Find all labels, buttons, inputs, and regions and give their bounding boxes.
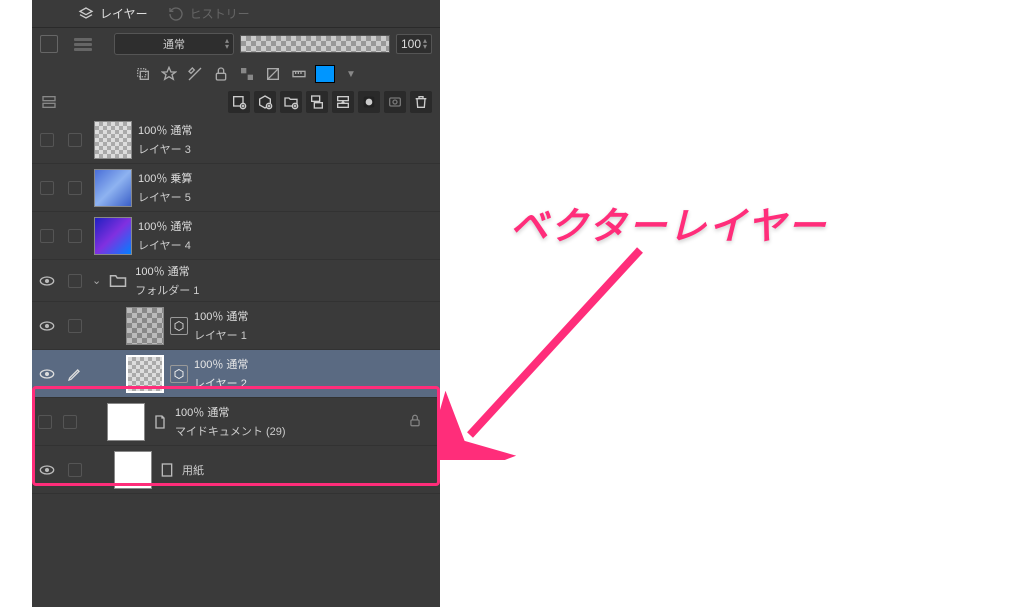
visibility-checkbox[interactable] [40, 229, 54, 243]
lock-checkbox[interactable] [68, 319, 82, 333]
lock-icon[interactable] [210, 63, 232, 85]
lock-icon [408, 413, 422, 430]
document-icon [151, 413, 169, 431]
layer-thumbnail[interactable] [94, 121, 132, 159]
layer-thumbnail[interactable] [114, 451, 152, 489]
opacity-value: 100 [401, 37, 421, 51]
layer-row[interactable]: 100％ 通常 レイヤー 4 [32, 212, 440, 260]
layer-name: レイヤー 5 [138, 189, 192, 205]
layer-meta: 100％ 通常 [175, 404, 286, 420]
new-folder-icon[interactable] [280, 91, 302, 113]
visibility-checkbox[interactable] [40, 181, 54, 195]
folder-icon [109, 274, 127, 288]
new-vector-layer-icon[interactable] [254, 91, 276, 113]
blend-opacity-bar: 通常 ▴▾ 100 ▴▾ [32, 28, 440, 60]
history-icon [168, 6, 184, 22]
clip-mask-icon[interactable] [132, 63, 154, 85]
vector-badge-icon [170, 365, 188, 383]
create-mask-icon[interactable] [358, 91, 380, 113]
ruler-icon[interactable] [288, 63, 310, 85]
layer-row[interactable]: 100％ 通常 レイヤー 1 [32, 302, 440, 350]
reference-layer-icon[interactable] [158, 63, 180, 85]
blend-mode-dropdown[interactable]: 通常 ▴▾ [114, 33, 234, 55]
layer-name: マイドキュメント (29) [175, 423, 286, 439]
chevron-updown-icon: ▴▾ [225, 38, 229, 50]
folder-row[interactable]: ⌄ 100％ 通常 フォルダー 1 [32, 260, 440, 302]
layer-name: フォルダー 1 [135, 282, 199, 298]
visibility-checkbox[interactable] [40, 133, 54, 147]
layer-name: 用紙 [182, 462, 204, 478]
dropdown-icon[interactable]: ▼ [340, 63, 362, 85]
layer-color-swatch[interactable] [314, 63, 336, 85]
eye-icon[interactable] [39, 464, 55, 476]
layer-meta: 100％ 通常 [138, 218, 192, 234]
lock-checkbox[interactable] [68, 463, 82, 477]
trash-icon[interactable] [410, 91, 432, 113]
lock-checkbox[interactable] [68, 133, 82, 147]
layer-meta: 100％ 乗算 [138, 170, 192, 186]
layer-thumbnail[interactable] [107, 403, 145, 441]
lock-checkbox[interactable] [63, 415, 77, 429]
vector-badge-icon [170, 317, 188, 335]
tab-history[interactable]: ヒストリー [158, 0, 260, 27]
layer-row[interactable]: 用紙 [32, 446, 440, 494]
draft-layer-icon[interactable] [184, 63, 206, 85]
layer-name: レイヤー 4 [138, 237, 192, 253]
layer-row[interactable]: 100％ 通常 レイヤー 3 [32, 116, 440, 164]
layer-stack-icon [74, 38, 92, 51]
layer-meta: 100％ 通常 [135, 263, 199, 279]
new-raster-layer-icon[interactable] [228, 91, 250, 113]
layer-meta: 100％ 通常 [194, 308, 248, 324]
opacity-field[interactable]: 100 ▴▾ [396, 34, 432, 54]
lock-checkbox[interactable] [68, 229, 82, 243]
layer-name: レイヤー 2 [194, 375, 248, 391]
blend-mode-value: 通常 [163, 36, 185, 52]
paper-icon [158, 461, 176, 479]
tab-layers-label: レイヤー [100, 5, 148, 22]
chevron-updown-icon: ▴▾ [423, 38, 427, 50]
chevron-down-icon[interactable]: ⌄ [92, 274, 101, 287]
layer-thumbnail[interactable] [126, 307, 164, 345]
disable-mask-icon[interactable] [262, 63, 284, 85]
opacity-slider[interactable] [240, 35, 390, 53]
layers-icon [78, 6, 94, 22]
layer-name: レイヤー 1 [194, 327, 248, 343]
layer-thumbnail[interactable] [94, 217, 132, 255]
layer-options-bar: ▼ [32, 60, 440, 88]
layers-panel: レイヤー ヒストリー 通常 ▴▾ 100 ▴▾ [32, 0, 440, 607]
pencil-icon [67, 366, 83, 382]
layer-meta: 100％ 通常 [194, 356, 248, 372]
tab-history-label: ヒストリー [190, 5, 250, 22]
layer-row[interactable]: 100％ 通常 マイドキュメント (29) [32, 398, 440, 446]
lock-checkbox[interactable] [68, 274, 82, 288]
annotation-arrow [440, 240, 680, 460]
eye-icon[interactable] [39, 275, 55, 287]
layer-meta: 100％ 通常 [138, 122, 192, 138]
layer-row[interactable]: 100％ 乗算 レイヤー 5 [32, 164, 440, 212]
tab-layers[interactable]: レイヤー [68, 0, 158, 27]
panel-toggle-icon[interactable] [38, 91, 60, 113]
lock-checkbox[interactable] [68, 181, 82, 195]
layer-thumbnail[interactable] [94, 169, 132, 207]
palette-color-box[interactable] [40, 35, 58, 53]
layer-actions-bar [32, 88, 440, 116]
layer-list: 100％ 通常 レイヤー 3 100％ 乗算 レイヤー 5 100％ 通常 レイ… [32, 116, 440, 494]
visibility-checkbox[interactable] [38, 415, 52, 429]
layer-row-selected[interactable]: 100％ 通常 レイヤー 2 [32, 350, 440, 398]
layer-name: レイヤー 3 [138, 141, 192, 157]
layer-thumbnail[interactable] [126, 355, 164, 393]
transfer-down-icon[interactable] [306, 91, 328, 113]
mask-region-icon[interactable] [236, 63, 258, 85]
panel-tabs: レイヤー ヒストリー [32, 0, 440, 28]
apply-mask-icon[interactable] [384, 91, 406, 113]
eye-icon[interactable] [39, 320, 55, 332]
annotation-label: ベクターレイヤー [510, 195, 827, 250]
merge-down-icon[interactable] [332, 91, 354, 113]
eye-icon[interactable] [39, 368, 55, 380]
